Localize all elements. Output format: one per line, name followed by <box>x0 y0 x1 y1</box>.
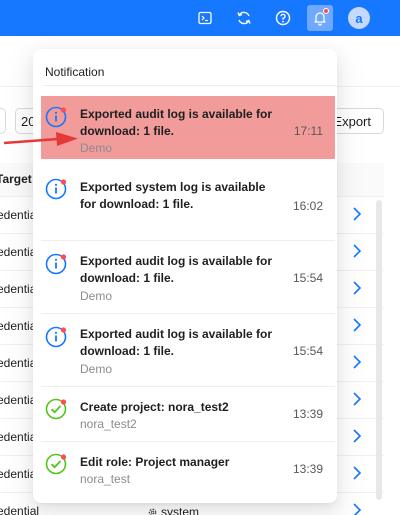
top-bar: a <box>0 0 400 36</box>
chevron-right-icon[interactable] <box>350 242 364 260</box>
chevron-right-icon[interactable] <box>350 316 364 334</box>
chevron-right-icon[interactable] <box>350 205 364 223</box>
notification-title: Exported audit log is available for down… <box>80 254 273 285</box>
notification-title: Edit role: Project manager <box>80 455 230 469</box>
chevron-right-icon[interactable] <box>350 353 364 371</box>
notification-subtitle: nora_test <box>80 472 131 486</box>
notification-title: Exported audit log is available for down… <box>80 107 273 138</box>
notification-subtitle: Demo <box>80 362 113 376</box>
notification-time: 17:11 <box>293 124 323 138</box>
help-icon[interactable] <box>270 5 296 31</box>
notification-bell-button[interactable] <box>307 5 333 31</box>
table-cell-target: redential <box>0 504 40 515</box>
avatar[interactable]: a <box>348 7 370 29</box>
popover-title: Notification <box>45 65 105 79</box>
table-scrollbar[interactable] <box>376 200 382 500</box>
gear-icon <box>148 508 157 515</box>
refresh-icon[interactable] <box>231 5 257 31</box>
arrow-icon <box>3 132 78 146</box>
notification-time: 16:02 <box>292 199 323 213</box>
notification-item[interactable]: Exported audit log is available for down… <box>41 241 335 314</box>
info-icon <box>45 326 67 348</box>
notification-item[interactable]: Exported audit log is available for down… <box>41 314 335 387</box>
terminal-icon[interactable] <box>192 5 218 31</box>
info-icon <box>45 106 67 128</box>
notification-time: 13:39 <box>292 462 323 476</box>
notification-popover: Notification Exported audit log is avail… <box>33 49 337 503</box>
chevron-right-icon[interactable] <box>350 464 364 482</box>
notification-time: 15:54 <box>292 271 323 285</box>
info-icon <box>45 253 67 275</box>
notification-time: 15:54 <box>292 344 323 358</box>
chevron-right-icon[interactable] <box>350 427 364 445</box>
system-label: system <box>161 505 200 515</box>
notification-subtitle: nora_test2 <box>80 417 137 431</box>
info-icon <box>45 178 67 200</box>
notification-item[interactable]: Edit role: Project manager nora_test 13:… <box>41 442 335 497</box>
notification-title: Exported audit log is available for down… <box>80 327 273 358</box>
check-circle-icon <box>45 398 67 420</box>
chevron-right-icon[interactable] <box>350 501 364 515</box>
chevron-right-icon[interactable] <box>350 390 364 408</box>
unread-dot <box>323 8 329 14</box>
check-circle-icon <box>45 453 67 475</box>
notification-time: 13:39 <box>292 407 323 421</box>
notification-title: Exported system log is available for dow… <box>80 180 266 211</box>
notification-item[interactable]: Exported audit log is available for down… <box>41 96 335 159</box>
notification-item[interactable]: Exported system log is available for dow… <box>41 167 335 241</box>
chevron-right-icon[interactable] <box>350 279 364 297</box>
notification-title: Create project: nora_test2 <box>80 400 229 414</box>
popover-divider <box>43 85 337 86</box>
notification-item[interactable]: Create project: nora_test2 nora_test2 13… <box>41 387 335 442</box>
notification-subtitle: Demo <box>80 141 113 155</box>
system-cell: system <box>147 505 199 515</box>
notification-subtitle: Demo <box>80 289 113 303</box>
